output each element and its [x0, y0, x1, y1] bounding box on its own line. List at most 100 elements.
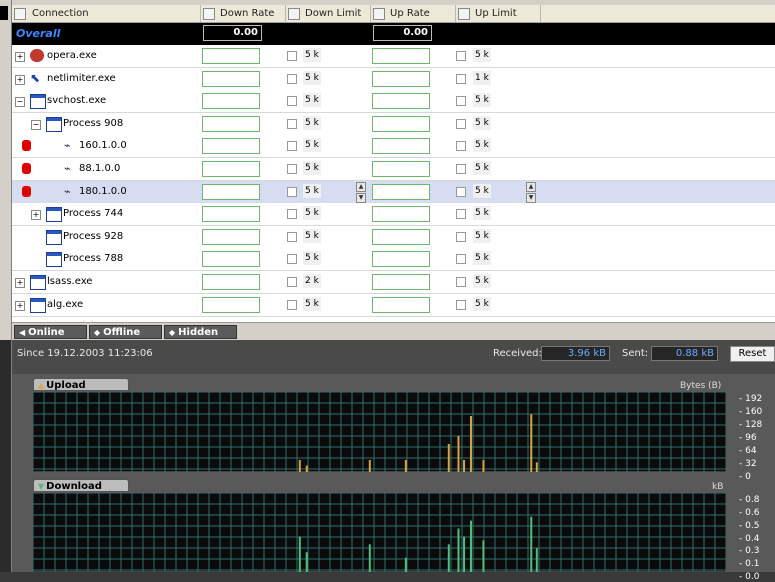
- up-limit-checkbox[interactable]: [456, 186, 466, 197]
- down-limit-checkbox[interactable]: [287, 209, 297, 220]
- down-limit-value[interactable]: 5 k: [303, 228, 321, 243]
- left-panel-strip: [0, 0, 12, 572]
- column-connection[interactable]: Connection: [12, 5, 201, 22]
- table-row[interactable]: + lsass.exe 2 k 5 k: [12, 271, 775, 294]
- down-rate-field: [202, 93, 260, 110]
- upload-tab[interactable]: ▲ Upload: [33, 378, 129, 391]
- overall-row[interactable]: Overall 0.00 0.00: [12, 23, 775, 45]
- table-row[interactable]: ⌁ 160.1.0.0 5 k 5 k: [12, 135, 775, 159]
- down-limit-value[interactable]: 2 k: [303, 274, 321, 288]
- up-limit-checkbox[interactable]: [456, 73, 466, 84]
- header-checkbox[interactable]: [288, 8, 300, 20]
- expand-toggle-icon[interactable]: +: [15, 300, 25, 311]
- column-up-rate[interactable]: Up Rate: [371, 5, 456, 22]
- up-limit-checkbox[interactable]: [456, 51, 466, 61]
- down-limit-checkbox[interactable]: [287, 277, 297, 287]
- expand-toggle-icon[interactable]: −: [31, 119, 41, 130]
- table-row[interactable]: + ⬉ netlimiter.exe 5 k 1 k: [12, 67, 775, 91]
- header-checkbox[interactable]: [458, 8, 470, 20]
- down-limit-value[interactable]: 5 k: [303, 161, 321, 175]
- table-row[interactable]: − Process 908 5 k 5 k: [12, 112, 775, 136]
- up-limit-value[interactable]: 5 k: [473, 274, 491, 288]
- down-limit-value[interactable]: 5 k: [303, 206, 321, 221]
- up-limit-value[interactable]: 5 k: [473, 296, 491, 311]
- down-limit-value[interactable]: 5 k: [303, 138, 321, 153]
- down-limit-value[interactable]: 5 k: [303, 48, 321, 62]
- spin-down-icon[interactable]: ▼: [526, 192, 536, 203]
- reset-button[interactable]: Reset: [730, 346, 775, 362]
- up-limit-checkbox[interactable]: [456, 299, 466, 310]
- tab-offline[interactable]: ◆ Offline: [89, 325, 162, 339]
- down-limit-value[interactable]: 5 k: [303, 183, 321, 198]
- up-limit-value[interactable]: 5 k: [473, 138, 491, 153]
- up-limit-value[interactable]: 5 k: [473, 93, 491, 108]
- table-row[interactable]: Process 928 5 k 5 k: [12, 225, 775, 249]
- down-limit-checkbox[interactable]: [287, 299, 297, 310]
- header-checkbox[interactable]: [14, 8, 26, 20]
- up-limit-value[interactable]: 5 k: [473, 228, 491, 243]
- down-limit-checkbox[interactable]: [287, 118, 297, 129]
- down-limit-value[interactable]: 5 k: [303, 93, 321, 108]
- down-limit-checkbox[interactable]: [287, 96, 297, 107]
- table-row[interactable]: − svchost.exe 5 k 5 k: [12, 90, 775, 114]
- expand-toggle-icon[interactable]: +: [15, 74, 25, 85]
- up-rate-field: [372, 70, 430, 87]
- spin-up-icon[interactable]: ▲: [356, 181, 366, 192]
- up-limit-value[interactable]: 5 k: [473, 206, 491, 221]
- up-limit-checkbox[interactable]: [456, 277, 466, 287]
- table-row[interactable]: + opera.exe 5 k 5 k: [12, 45, 775, 68]
- down-limit-value[interactable]: 5 k: [303, 70, 321, 85]
- up-limit-checkbox[interactable]: [456, 231, 466, 242]
- down-limit-value[interactable]: 5 k: [303, 115, 321, 130]
- up-limit-spinner[interactable]: ▲ ▼: [526, 181, 536, 203]
- down-rate-field: [202, 161, 260, 177]
- up-limit-checkbox[interactable]: [456, 164, 466, 174]
- tab-hidden[interactable]: ◆ Hidden: [164, 325, 237, 339]
- down-limit-value[interactable]: 5 k: [303, 251, 321, 266]
- up-limit-value[interactable]: 5 k: [473, 48, 491, 62]
- down-limit-checkbox[interactable]: [287, 231, 297, 242]
- table-row[interactable]: ⌁ 180.1.0.0 5 k5 k ▲ ▼ ▲ ▼: [12, 180, 775, 204]
- spin-down-icon[interactable]: ▼: [356, 192, 366, 203]
- up-limit-value[interactable]: 5 k: [473, 183, 491, 198]
- up-limit-checkbox[interactable]: [456, 254, 466, 265]
- spin-up-icon[interactable]: ▲: [526, 181, 536, 192]
- table-row[interactable]: ⌁ 88.1.0.0 5 k 5 k: [12, 158, 775, 181]
- expand-toggle-icon[interactable]: −: [15, 97, 25, 108]
- down-limit-spinner[interactable]: ▲ ▼: [356, 181, 366, 203]
- expand-toggle-icon[interactable]: +: [15, 278, 25, 288]
- up-limit-value[interactable]: 5 k: [473, 115, 491, 130]
- up-limit-value[interactable]: 5 k: [473, 251, 491, 266]
- axis-tick-label: - 0.5: [739, 520, 760, 531]
- up-limit-value[interactable]: 1 k: [473, 70, 491, 85]
- table-row[interactable]: + alg.exe 5 k 5 k: [12, 293, 775, 317]
- up-limit-checkbox[interactable]: [456, 96, 466, 107]
- down-limit-checkbox[interactable]: [287, 164, 297, 174]
- down-limit-checkbox[interactable]: [287, 254, 297, 265]
- up-limit-checkbox[interactable]: [456, 209, 466, 220]
- column-down-rate[interactable]: Down Rate: [201, 5, 286, 22]
- down-limit-checkbox[interactable]: [287, 141, 297, 152]
- down-limit-checkbox[interactable]: [287, 51, 297, 61]
- download-tab[interactable]: ▼ Download: [33, 479, 129, 492]
- column-up-limit[interactable]: Up Limit: [456, 5, 541, 22]
- table-row[interactable]: Process 788 5 k 5 k: [12, 248, 775, 272]
- expand-toggle-icon[interactable]: +: [31, 210, 41, 221]
- up-limit-checkbox[interactable]: [456, 141, 466, 152]
- up-limit-value[interactable]: 5 k: [473, 161, 491, 175]
- down-limit-checkbox[interactable]: [287, 186, 297, 197]
- row-label: 180.1.0.0: [79, 185, 127, 197]
- tab-offline-label: Offline: [103, 327, 141, 338]
- up-limit-checkbox[interactable]: [456, 118, 466, 129]
- connection-icon: ⌁: [64, 139, 71, 153]
- column-down-limit[interactable]: Down Limit: [286, 5, 371, 22]
- header-checkbox[interactable]: [203, 8, 215, 20]
- down-limit-value[interactable]: 5 k: [303, 296, 321, 311]
- expand-toggle-icon[interactable]: +: [15, 52, 25, 62]
- down-limit-checkbox[interactable]: [287, 73, 297, 84]
- table-row[interactable]: + Process 744 5 k 5 k: [12, 203, 775, 227]
- up-rate-field: [372, 138, 430, 155]
- tab-online[interactable]: ◀ Online: [14, 325, 87, 339]
- cursor-icon: ⬉: [30, 70, 41, 85]
- header-checkbox[interactable]: [373, 8, 385, 20]
